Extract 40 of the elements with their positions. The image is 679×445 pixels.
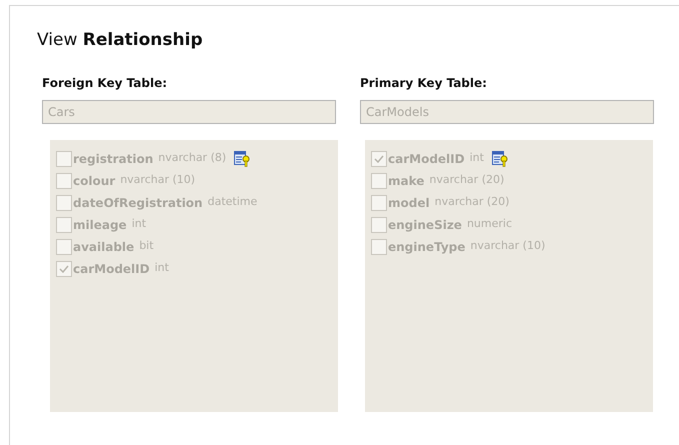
column-type: int — [470, 150, 484, 166]
column-name: available — [73, 238, 134, 256]
checkbox[interactable] — [371, 216, 387, 232]
table-key-icon — [492, 150, 508, 166]
column-name: make — [388, 172, 424, 190]
column-type: nvarchar (10) — [120, 172, 196, 188]
column-name: engineSize — [388, 216, 462, 234]
page-title: View Relationship — [37, 29, 204, 52]
column-type: int — [132, 216, 146, 232]
table-label: Foreign Key Table: — [42, 74, 168, 92]
checkbox[interactable] — [56, 194, 72, 210]
checkbox[interactable] — [56, 238, 72, 254]
checkbox[interactable] — [371, 150, 387, 166]
checkbox[interactable] — [371, 194, 387, 210]
column-name: engineType — [388, 238, 466, 256]
column-type: nvarchar (20) — [429, 172, 504, 188]
column-name: model — [388, 194, 430, 212]
checkbox[interactable] — [371, 172, 387, 188]
column-type: nvarchar (20) — [434, 194, 510, 210]
checkbox[interactable] — [56, 216, 72, 232]
column-type: int — [154, 260, 169, 276]
column-type: datetime — [208, 194, 258, 210]
column-name: registration — [73, 150, 154, 168]
column-type: nvarchar (8) — [158, 150, 226, 166]
check-icon — [59, 264, 69, 272]
checkbox[interactable] — [56, 150, 72, 166]
column-name: carModelID — [73, 260, 150, 278]
column-type: numeric — [466, 216, 512, 232]
table-key-icon — [234, 150, 250, 166]
table-label: Primary Key Table: — [360, 74, 488, 92]
column-name: dateOfRegistration — [73, 194, 203, 212]
column-type: nvarchar (10) — [470, 238, 546, 254]
checkbox[interactable] — [56, 260, 72, 276]
column-name: colour — [73, 172, 116, 190]
column-type: bit — [139, 238, 154, 254]
checkbox[interactable] — [371, 238, 387, 254]
column-name: carModelID — [388, 150, 465, 168]
check-icon — [374, 154, 384, 162]
column-name: mileage — [73, 216, 127, 234]
checkbox[interactable] — [56, 172, 72, 188]
